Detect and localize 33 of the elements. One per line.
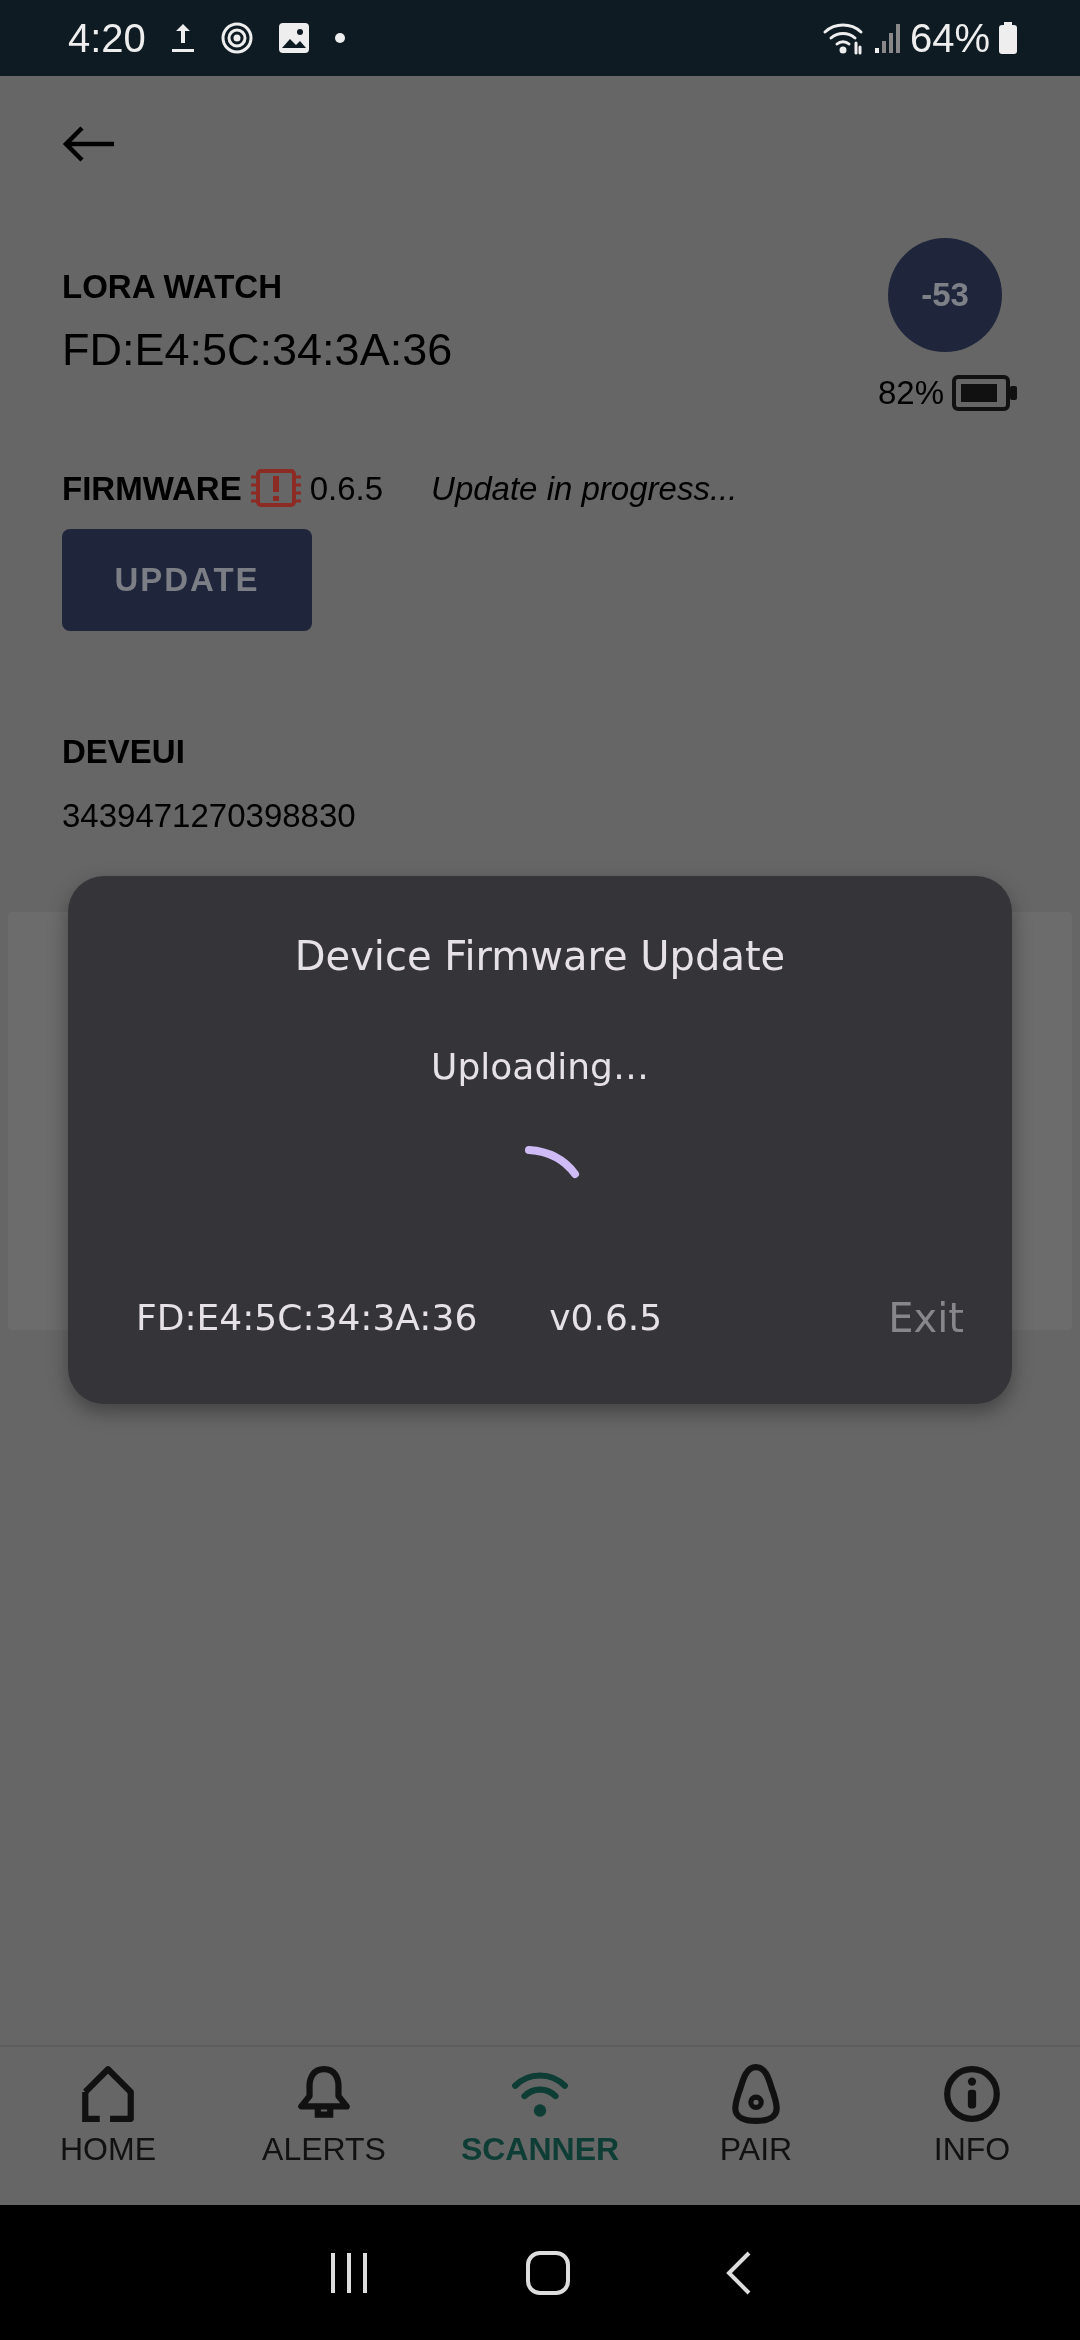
nav-tab[interactable]: SCANNER bbox=[432, 2047, 648, 2205]
nav-tab[interactable]: INFO bbox=[864, 2047, 1080, 2205]
battery-icon bbox=[998, 21, 1018, 55]
battery-icon bbox=[952, 374, 1018, 411]
back-arrow-icon[interactable] bbox=[62, 126, 116, 162]
firmware-version: v0.6.5 bbox=[549, 1296, 663, 1340]
dialog-title: Device Firmware Update bbox=[294, 932, 786, 981]
back-icon[interactable] bbox=[725, 2249, 753, 2296]
image-icon bbox=[277, 22, 310, 54]
battery-percent: 64% bbox=[909, 15, 990, 62]
signal-icon bbox=[873, 22, 902, 54]
nav-tab[interactable]: ALERTS bbox=[216, 2047, 432, 2205]
chip-alert-icon bbox=[249, 468, 302, 509]
status-time: 4:20 bbox=[68, 15, 146, 62]
spinner-icon bbox=[525, 1144, 581, 1180]
device-address: FD:E4:5C:34:3A:36 bbox=[136, 1296, 478, 1340]
device-battery-percent: 82% bbox=[877, 373, 944, 413]
signal-strength-badge: -53 bbox=[888, 238, 1002, 352]
home-icon[interactable] bbox=[525, 2249, 571, 2296]
deveui-label: DEVEUI bbox=[62, 732, 186, 772]
nav-tab[interactable]: PAIR bbox=[648, 2047, 864, 2205]
device-address: FD:E4:5C:34:3A:36 bbox=[62, 322, 453, 377]
upload-icon bbox=[169, 22, 196, 54]
info-icon bbox=[941, 2063, 1003, 2125]
update-status: Update in progress... bbox=[431, 468, 738, 509]
firmware-version: 0.6.5 bbox=[309, 468, 384, 509]
dot-icon bbox=[333, 32, 346, 44]
deveui-value: 3439471270398830 bbox=[62, 795, 357, 836]
nav-tab[interactable]: HOME bbox=[0, 2047, 216, 2205]
device-name: LORA WATCH bbox=[62, 267, 283, 307]
target-icon bbox=[219, 21, 254, 55]
firmware-label: FIRMWARE bbox=[62, 468, 242, 509]
dialog-message: Uploading… bbox=[431, 1045, 649, 1089]
